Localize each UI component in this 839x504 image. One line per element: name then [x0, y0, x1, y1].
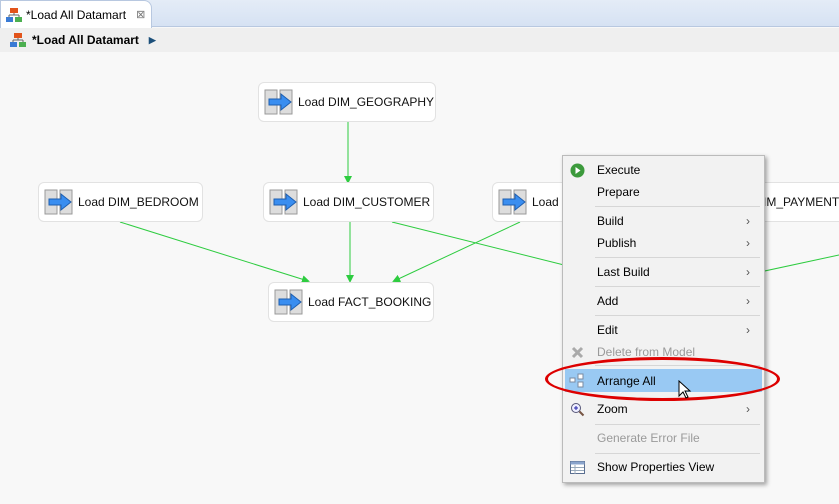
edge-payment-fact	[392, 221, 521, 283]
breadcrumb-title[interactable]: *Load All Datamart	[32, 33, 139, 47]
menu-item-add[interactable]: Add ›	[565, 290, 762, 312]
submenu-arrow-icon: ›	[746, 265, 750, 279]
menu-separator	[595, 315, 760, 316]
menu-item-build[interactable]: Build ›	[565, 210, 762, 232]
menu-item-execute[interactable]: Execute	[565, 159, 762, 181]
node-load-dim-customer[interactable]: Load DIM_CUSTOMER	[263, 182, 434, 222]
breadcrumb: *Load All Datamart ▶	[0, 28, 839, 52]
load-table-icon	[269, 189, 298, 215]
zoom-icon	[569, 401, 585, 417]
menu-item-generate-error-file: Generate Error File	[597, 431, 700, 445]
menu-item-show-properties-view[interactable]: Show Properties View	[565, 456, 762, 478]
chevron-right-icon[interactable]: ▶	[149, 35, 156, 46]
submenu-arrow-icon: ›	[746, 402, 750, 416]
load-table-icon	[274, 289, 303, 315]
submenu-arrow-icon: ›	[746, 214, 750, 228]
mouse-cursor-icon	[678, 380, 692, 399]
load-table-icon	[44, 189, 73, 215]
properties-table-icon	[569, 459, 585, 475]
node-load-dim-geography[interactable]: Load DIM_GEOGRAPHY	[258, 82, 436, 122]
annotation-highlight-ring	[545, 357, 780, 401]
node-label: Load	[532, 195, 559, 209]
edge-bedroom-fact	[119, 221, 310, 284]
node-load-dim-bedroom[interactable]: Load DIM_BEDROOM	[38, 182, 203, 222]
submenu-arrow-icon: ›	[746, 236, 750, 250]
execute-icon	[569, 162, 585, 178]
job-diagram-icon	[10, 33, 26, 47]
submenu-arrow-icon: ›	[746, 294, 750, 308]
load-table-icon	[264, 89, 293, 115]
menu-item-zoom[interactable]: Zoom ›	[565, 398, 762, 420]
node-label: Load DIM_CUSTOMER	[303, 195, 431, 209]
menu-item-edit[interactable]: Edit ›	[565, 319, 762, 341]
delete-icon	[569, 344, 585, 360]
node-label: Load FACT_BOOKING	[308, 295, 432, 309]
node-label: Load DIM_BEDROOM	[78, 195, 199, 209]
menu-item-publish[interactable]: Publish ›	[565, 232, 762, 254]
edge-right-offscreen	[759, 254, 839, 273]
job-diagram-icon	[6, 7, 22, 22]
node-load-fact-booking[interactable]: Load FACT_BOOKING	[268, 282, 434, 322]
menu-item-prepare[interactable]: Prepare	[565, 181, 762, 203]
submenu-arrow-icon: ›	[746, 323, 750, 337]
menu-item-last-build[interactable]: Last Build ›	[565, 261, 762, 283]
menu-separator	[595, 257, 760, 258]
menu-separator	[595, 424, 760, 425]
tab-load-all-datamart[interactable]: *Load All Datamart ⊠	[0, 0, 152, 28]
tab-title: *Load All Datamart	[26, 7, 127, 22]
close-icon[interactable]: ⊠	[136, 8, 145, 21]
menu-separator	[595, 453, 760, 454]
context-menu: Execute Prepare Build › Publish › Last Bui…	[562, 155, 765, 483]
editor-tab-bar: *Load All Datamart ⊠	[0, 0, 839, 28]
menu-separator	[595, 206, 760, 207]
load-table-icon	[498, 189, 527, 215]
node-label-tail: IM_PAYMENT_	[763, 195, 839, 209]
node-label: Load DIM_GEOGRAPHY	[298, 95, 435, 109]
menu-separator	[595, 286, 760, 287]
